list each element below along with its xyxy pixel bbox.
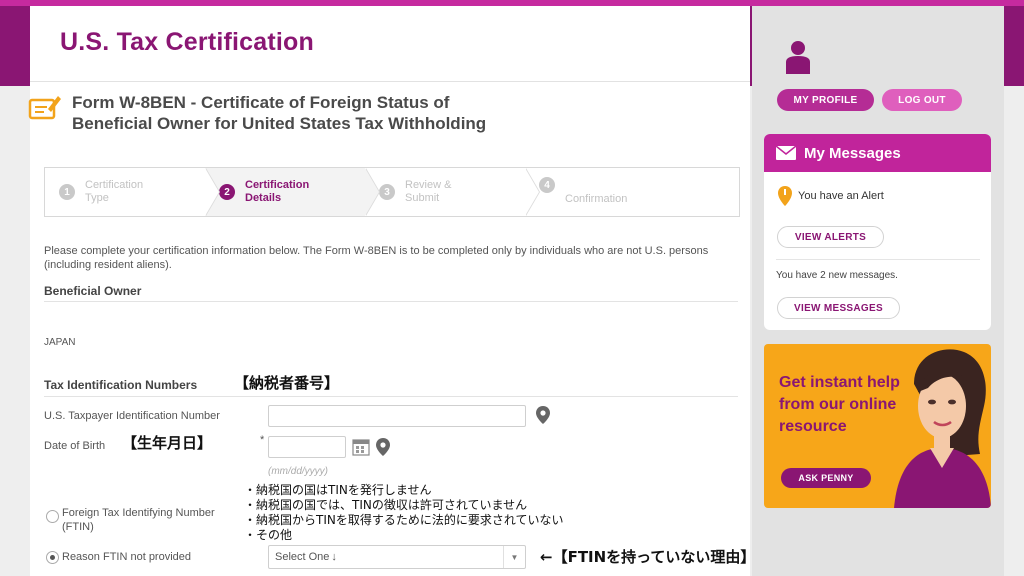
my-profile-button[interactable]: MY PROFILE [777,89,874,111]
dob-format-hint: (mm/dd/yyyy) [268,466,328,477]
step-divider [365,168,379,216]
step-label: Certification Details [245,179,310,204]
view-messages-button[interactable]: VIEW MESSAGES [777,297,900,319]
step-number: 4 [539,177,555,193]
reason-option: ・納税国からTINを取得するために法的に要求されていない [244,513,564,527]
form-title-line1: Form W-8BEN - Certificate of Foreign Sta… [72,93,450,112]
assistant-avatar-illustration [894,349,991,508]
location-pin-icon[interactable] [536,406,550,424]
step-label: Certification Type [85,179,144,204]
log-out-button[interactable]: LOG OUT [882,89,962,111]
step-certification-details[interactable]: 2 Certification Details [205,168,380,216]
messages-panel: My Messages You have an Alert VIEW ALERT… [764,134,991,330]
us-tin-label: U.S. Taxpayer Identification Number [44,410,220,422]
messages-title: My Messages [804,144,901,162]
reason-selected-value: Select One [275,551,330,563]
ftin-reason-options: ・納税国の国はTINを発行しません ・納税国の国では、TINの徴収は許可されてい… [244,483,564,543]
step-number: 1 [59,184,75,200]
messages-header: My Messages [764,134,991,172]
reason-ftin-radio[interactable] [46,551,59,564]
tin-heading-note: 【納税者番号】 [234,374,340,392]
intro-text: Please complete your certification infor… [44,245,709,271]
new-messages-text: You have 2 new messages. [776,270,898,281]
step-confirmation[interactable]: 4 Confirmation [525,168,739,216]
alert-pin-icon [778,186,792,206]
step-divider [205,168,219,216]
step-review-submit[interactable]: 3 Review & Submit [365,168,540,216]
reason-select[interactable]: Select One ↓ ▼ [268,545,526,569]
alert-text: You have an Alert [798,190,884,202]
us-tin-input[interactable] [268,405,526,427]
dob-label: Date of Birth [44,440,106,452]
form-title-line2: Beneficial Owner for United States Tax W… [72,114,487,133]
form-title-row: Form W-8BEN - Certificate of Foreign Sta… [28,92,572,134]
progress-steps: 1 Certification Type 2 Certification Detai… [44,167,740,217]
country-value: JAPAN [44,337,76,348]
step-number: 2 [219,184,235,200]
calendar-icon[interactable] [352,438,370,456]
help-promo-panel: Get instant help from our online resourc… [764,344,991,508]
step-label: Confirmation [565,192,628,205]
dob-input[interactable] [268,436,346,458]
reason-note: ←【FTINを持っていない理由】 [540,548,756,566]
dob-note: 【生年月日】 [122,434,213,452]
tin-heading: Tax Identification Numbers [44,378,198,392]
reason-option: ・その他 [244,528,293,542]
view-alerts-button[interactable]: VIEW ALERTS [777,226,884,248]
form-title: Form W-8BEN - Certificate of Foreign Sta… [72,92,572,134]
reason-arrow: ↓ [331,551,337,563]
reason-ftin-label: Reason FTIN not provided [62,551,192,563]
reason-option: ・納税国の国はTINを発行しません [244,483,432,497]
step-number: 3 [379,184,395,200]
location-pin-icon[interactable] [376,438,390,456]
user-icon [786,41,810,74]
ask-penny-button[interactable]: ASK PENNY [781,468,871,488]
envelope-icon [776,146,796,160]
reason-option: ・納税国の国では、TINの徴収は許可されていません [244,498,528,512]
step-label: Review & Submit [405,179,452,204]
app-title: U.S. Tax Certification [60,28,314,56]
app-header: U.S. Tax Certification [30,6,750,82]
ftin-radio[interactable] [46,510,59,523]
beneficial-owner-heading: Beneficial Owner [44,284,142,298]
section-divider [44,396,738,397]
step-divider [525,168,539,216]
form-icon [28,96,61,120]
chevron-down-icon[interactable]: ▼ [503,546,525,568]
required-mark: * [260,434,265,446]
alert-row: You have an Alert [778,186,884,206]
panel-divider [776,259,980,260]
step-certification-type[interactable]: 1 Certification Type [45,168,220,216]
section-divider [44,301,738,302]
ftin-label: Foreign Tax Identifying Number (FTIN) [62,507,215,533]
